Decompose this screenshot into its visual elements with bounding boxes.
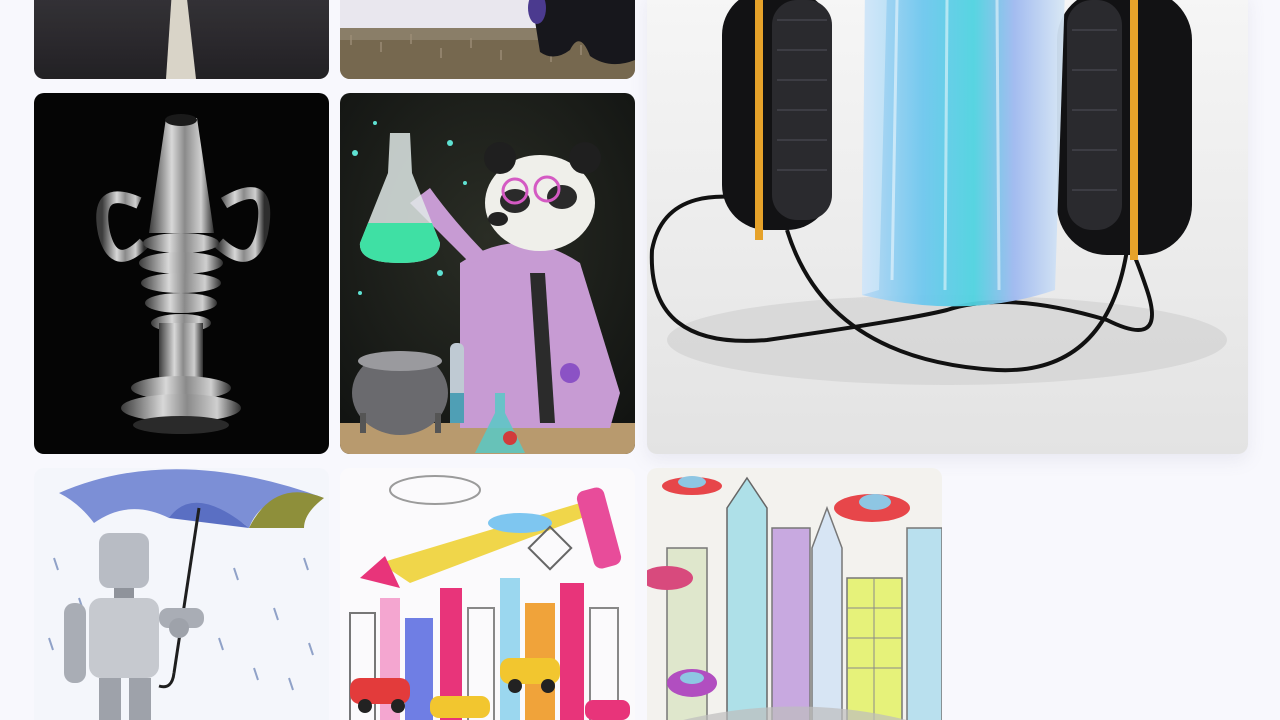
drawn-city-image bbox=[340, 468, 635, 720]
gallery-image-sketched-skyscrapers[interactable] bbox=[647, 468, 942, 720]
gallery-image-panda-scientist[interactable] bbox=[340, 93, 635, 454]
grass-image bbox=[340, 0, 635, 79]
road-image bbox=[34, 0, 329, 79]
panda-scientist-image bbox=[340, 93, 635, 454]
robot-umbrella-image bbox=[34, 468, 329, 720]
image-gallery bbox=[0, 0, 1280, 720]
sketched-skyscrapers-image bbox=[647, 468, 942, 720]
gallery-image-headphones[interactable] bbox=[647, 0, 1248, 454]
gallery-image-silver-ornament[interactable] bbox=[34, 93, 329, 454]
gallery-image-road[interactable] bbox=[34, 0, 329, 79]
gallery-image-grass[interactable] bbox=[340, 0, 635, 79]
gallery-image-robot-umbrella[interactable] bbox=[34, 468, 329, 720]
silver-ornament-image bbox=[34, 93, 329, 454]
headphones-image bbox=[647, 0, 1248, 454]
gallery-image-drawn-city[interactable] bbox=[340, 468, 635, 720]
